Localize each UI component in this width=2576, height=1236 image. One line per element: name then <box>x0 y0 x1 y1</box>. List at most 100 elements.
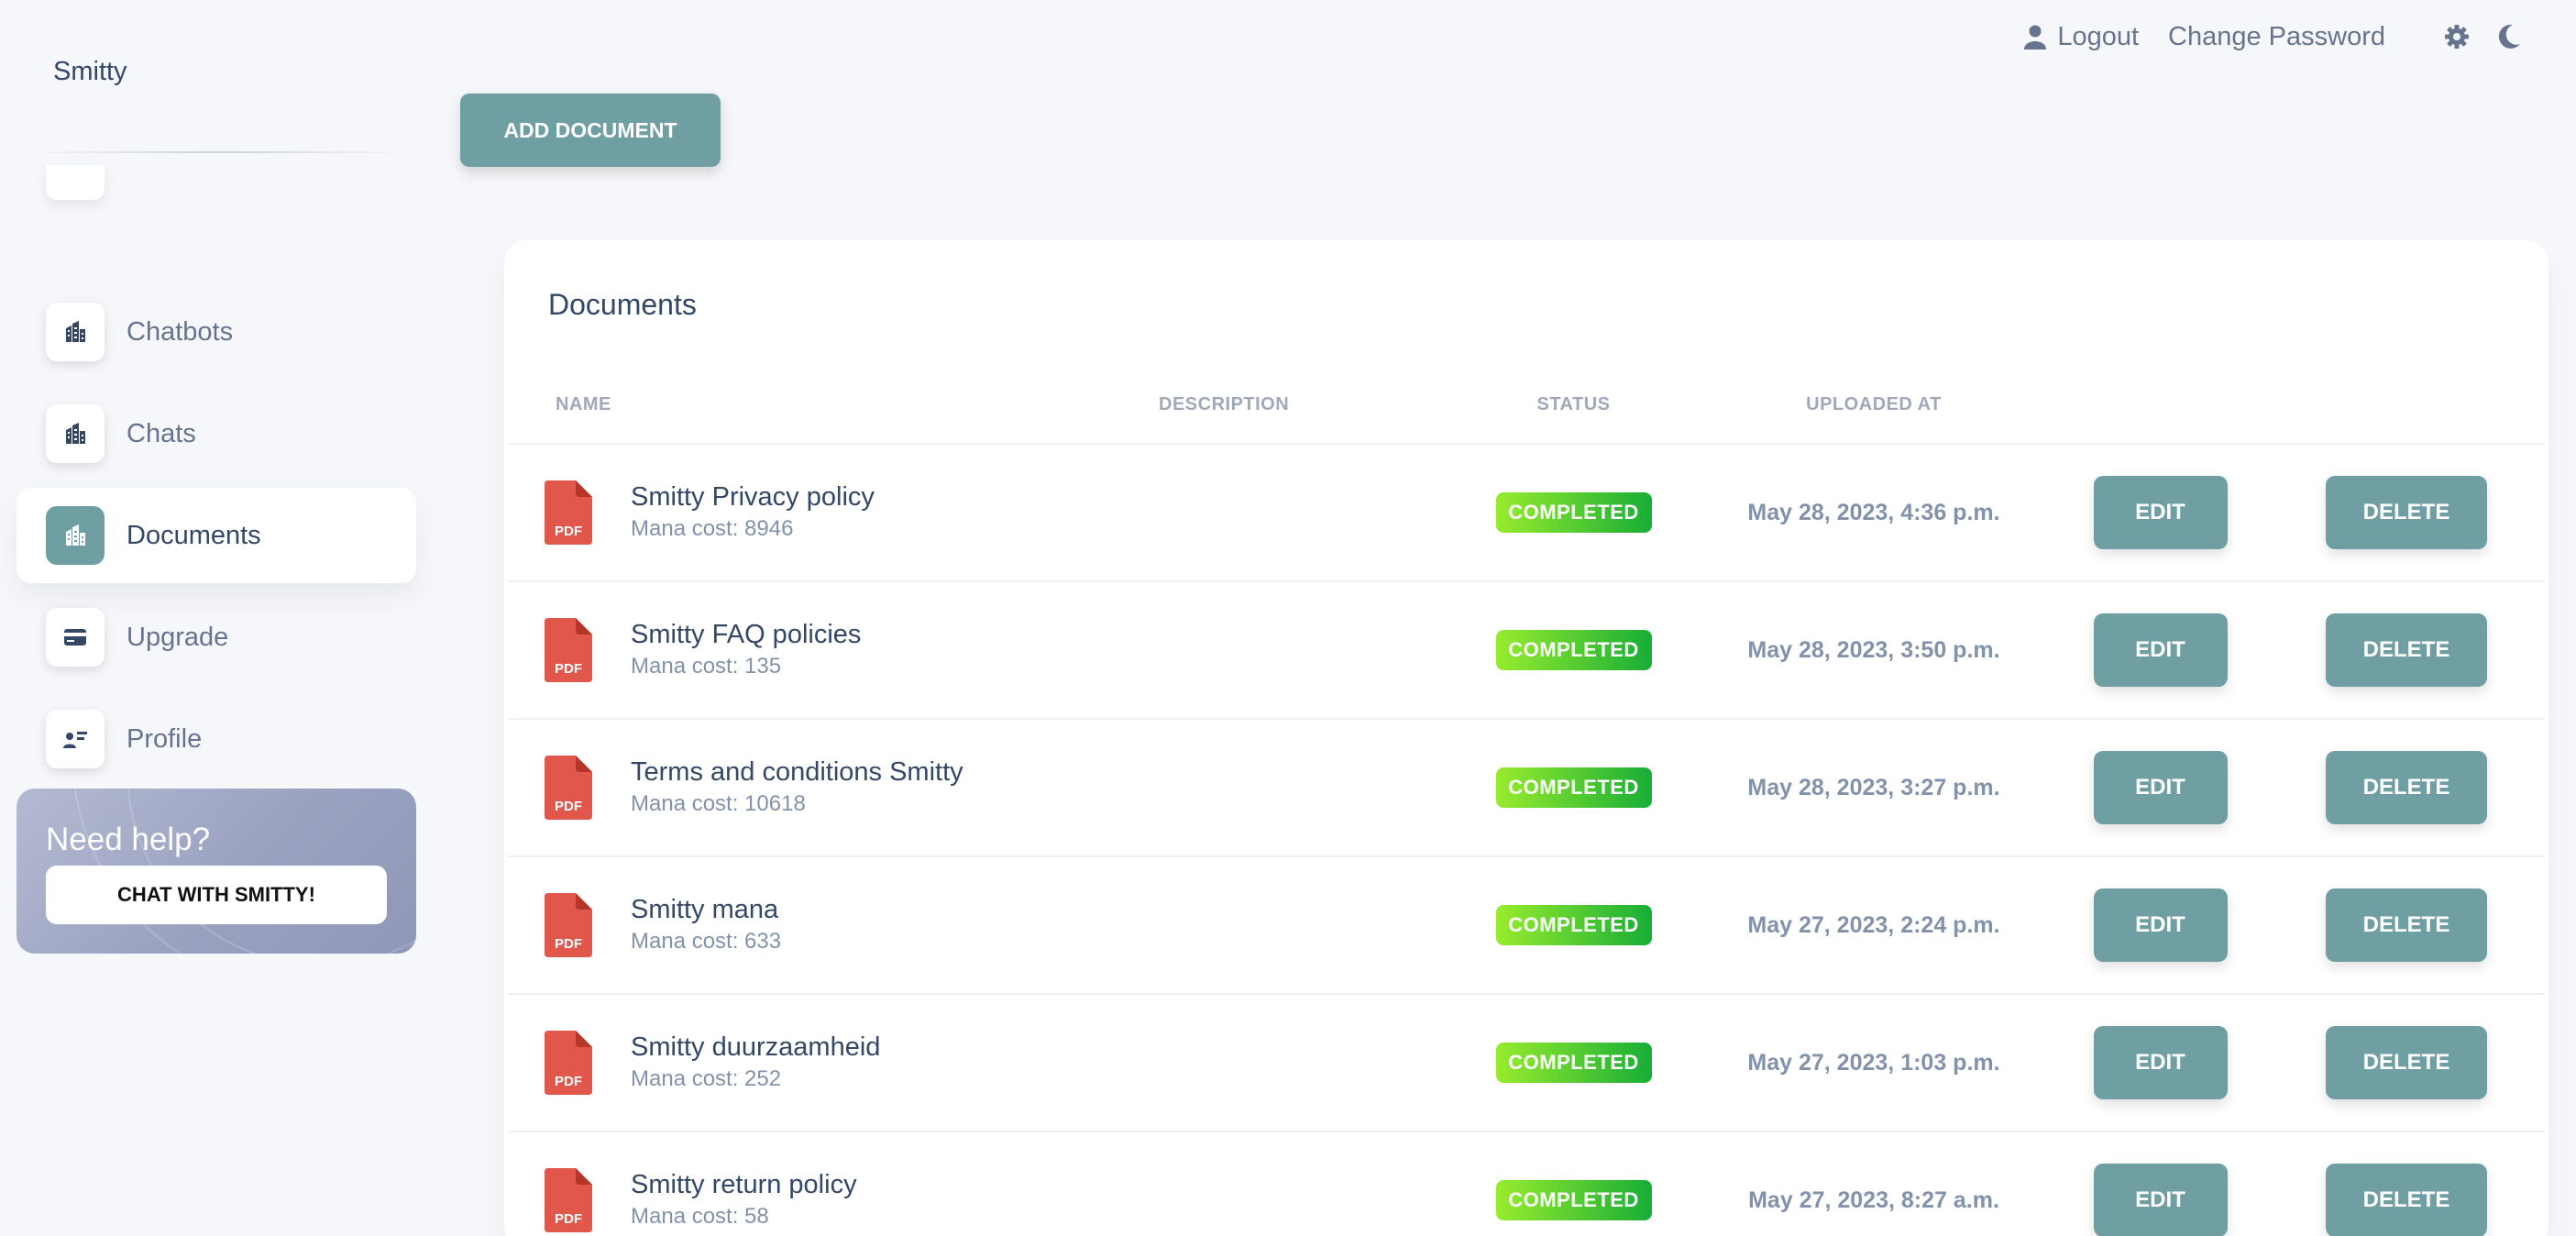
gear-icon[interactable] <box>2444 24 2470 50</box>
table-row[interactable]: PDF Smitty return policy Mana cost: 58 C… <box>508 1131 2545 1236</box>
document-title[interactable]: Smitty FAQ policies <box>631 618 861 651</box>
sidebar-item-label: Upgrade <box>127 622 229 652</box>
name-cell: PDF Smitty duurzaamheid Mana cost: 252 <box>508 994 1131 1132</box>
edit-button[interactable]: EDIT <box>2093 1164 2228 1236</box>
document-title[interactable]: Terms and conditions Smitty <box>631 756 963 789</box>
sidebar: Smitty Chatbots Chats Documents Upgrade … <box>0 0 431 1236</box>
description-cell <box>1131 856 1452 995</box>
edit-cell: EDIT <box>2053 444 2268 582</box>
edit-cell: EDIT <box>2053 1131 2268 1236</box>
edit-button[interactable]: EDIT <box>2093 476 2228 549</box>
card-title: Documents <box>548 288 697 321</box>
edit-button[interactable]: EDIT <box>2093 1026 2228 1099</box>
status-cell: COMPLETED <box>1452 719 1695 857</box>
logout-label: Logout <box>2057 21 2140 51</box>
description-cell <box>1131 994 1452 1132</box>
status-cell: COMPLETED <box>1452 994 1695 1132</box>
status-badge: COMPLETED <box>1495 492 1652 533</box>
name-cell: PDF Smitty mana Mana cost: 633 <box>508 856 1131 995</box>
add-document-button[interactable]: ADD DOCUMENT <box>460 94 721 167</box>
table-row[interactable]: PDF Smitty Privacy policy Mana cost: 894… <box>508 444 2545 582</box>
edit-cell: EDIT <box>2053 581 2268 720</box>
sidebar-hidden-item[interactable] <box>46 165 105 200</box>
sidebar-item-label: Profile <box>127 723 203 754</box>
sidebar-item-profile[interactable]: Profile <box>17 691 416 787</box>
column-header-status[interactable]: STATUS <box>1452 367 1695 445</box>
delete-button[interactable]: DELETE <box>2326 1026 2487 1099</box>
description-cell <box>1131 581 1452 720</box>
edit-cell: EDIT <box>2053 719 2268 857</box>
sidebar-item-upgrade[interactable]: Upgrade <box>17 590 416 685</box>
column-header-uploaded-at[interactable]: UPLOADED AT <box>1695 367 2053 445</box>
pdf-file-icon: PDF <box>545 756 592 820</box>
delete-cell: DELETE <box>2268 719 2545 857</box>
file-type-label: PDF <box>555 1211 582 1227</box>
delete-button[interactable]: DELETE <box>2326 476 2487 549</box>
document-title[interactable]: Smitty Privacy policy <box>631 480 875 513</box>
uploaded-at: May 27, 2023, 1:03 p.m. <box>1747 1049 2000 1076</box>
edit-cell: EDIT <box>2053 856 2268 995</box>
sidebar-item-chatbots[interactable]: Chatbots <box>17 284 416 380</box>
uploaded-at-cell: May 28, 2023, 3:27 p.m. <box>1695 719 2053 857</box>
delete-cell: DELETE <box>2268 856 2545 995</box>
uploaded-at-cell: May 27, 2023, 8:27 a.m. <box>1695 1131 2053 1236</box>
description-cell <box>1131 1131 1452 1236</box>
table-row[interactable]: PDF Terms and conditions Smitty Mana cos… <box>508 719 2545 857</box>
sidebar-item-label: Chatbots <box>127 316 234 347</box>
delete-cell: DELETE <box>2268 581 2545 720</box>
status-cell: COMPLETED <box>1452 856 1695 995</box>
status-cell: COMPLETED <box>1452 444 1695 582</box>
document-title[interactable]: Smitty duurzaamheid <box>631 1031 880 1064</box>
description-cell <box>1131 719 1452 857</box>
edit-button[interactable]: EDIT <box>2093 613 2228 687</box>
file-type-label: PDF <box>555 661 582 677</box>
uploaded-at: May 28, 2023, 4:36 p.m. <box>1747 499 2000 525</box>
uploaded-at: May 27, 2023, 2:24 p.m. <box>1747 911 2000 938</box>
pdf-file-icon: PDF <box>545 618 592 682</box>
table-row[interactable]: PDF Smitty mana Mana cost: 633 COMPLETED… <box>508 856 2545 995</box>
pdf-file-icon: PDF <box>545 480 592 545</box>
edit-button[interactable]: EDIT <box>2093 888 2228 962</box>
edit-button[interactable]: EDIT <box>2093 751 2228 824</box>
delete-cell: DELETE <box>2268 444 2545 582</box>
delete-button[interactable]: DELETE <box>2326 888 2487 962</box>
status-badge: COMPLETED <box>1495 905 1652 945</box>
pdf-file-icon: PDF <box>545 1168 592 1232</box>
delete-button[interactable]: DELETE <box>2326 613 2487 687</box>
table-row[interactable]: PDF Smitty FAQ policies Mana cost: 135 C… <box>508 581 2545 720</box>
brand-name[interactable]: Smitty <box>53 57 127 87</box>
name-cell: PDF Terms and conditions Smitty Mana cos… <box>508 719 1131 857</box>
sidebar-item-documents[interactable]: Documents <box>17 488 416 583</box>
mana-cost: Mana cost: 58 <box>631 1204 769 1229</box>
document-title[interactable]: Smitty mana <box>631 893 781 926</box>
status-badge: COMPLETED <box>1495 1180 1652 1220</box>
change-password-link[interactable]: Change Password <box>2168 22 2385 52</box>
document-title[interactable]: Smitty return policy <box>631 1168 857 1201</box>
credit-card-icon <box>46 608 105 667</box>
building-icon <box>46 506 105 565</box>
logout-link[interactable]: Logout <box>2024 22 2139 52</box>
user-icon <box>2024 24 2057 50</box>
user-card-icon <box>46 710 105 768</box>
status-badge: COMPLETED <box>1495 630 1652 670</box>
sidebar-item-chats[interactable]: Chats <box>17 386 416 481</box>
name-cell: PDF Smitty return policy Mana cost: 58 <box>508 1131 1131 1236</box>
file-type-label: PDF <box>555 1074 582 1089</box>
table-row[interactable]: PDF Smitty duurzaamheid Mana cost: 252 C… <box>508 994 2545 1132</box>
delete-button[interactable]: DELETE <box>2326 1164 2487 1236</box>
column-header-name[interactable]: NAME <box>508 367 1131 445</box>
documents-table: NAME DESCRIPTION STATUS UPLOADED AT PDF <box>508 367 2545 1236</box>
edit-cell: EDIT <box>2053 994 2268 1132</box>
chat-with-smitty-button[interactable]: CHAT WITH SMITTY! <box>46 866 387 924</box>
status-cell: COMPLETED <box>1452 1131 1695 1236</box>
column-header-edit <box>2053 367 2268 445</box>
moon-icon[interactable] <box>2497 24 2521 50</box>
uploaded-at-cell: May 28, 2023, 4:36 p.m. <box>1695 444 2053 582</box>
status-badge: COMPLETED <box>1495 1043 1652 1083</box>
delete-cell: DELETE <box>2268 994 2545 1132</box>
mana-cost: Mana cost: 135 <box>631 654 782 679</box>
column-header-description[interactable]: DESCRIPTION <box>1131 367 1452 445</box>
building-icon <box>46 404 105 463</box>
delete-button[interactable]: DELETE <box>2326 751 2487 824</box>
pdf-file-icon: PDF <box>545 893 592 957</box>
